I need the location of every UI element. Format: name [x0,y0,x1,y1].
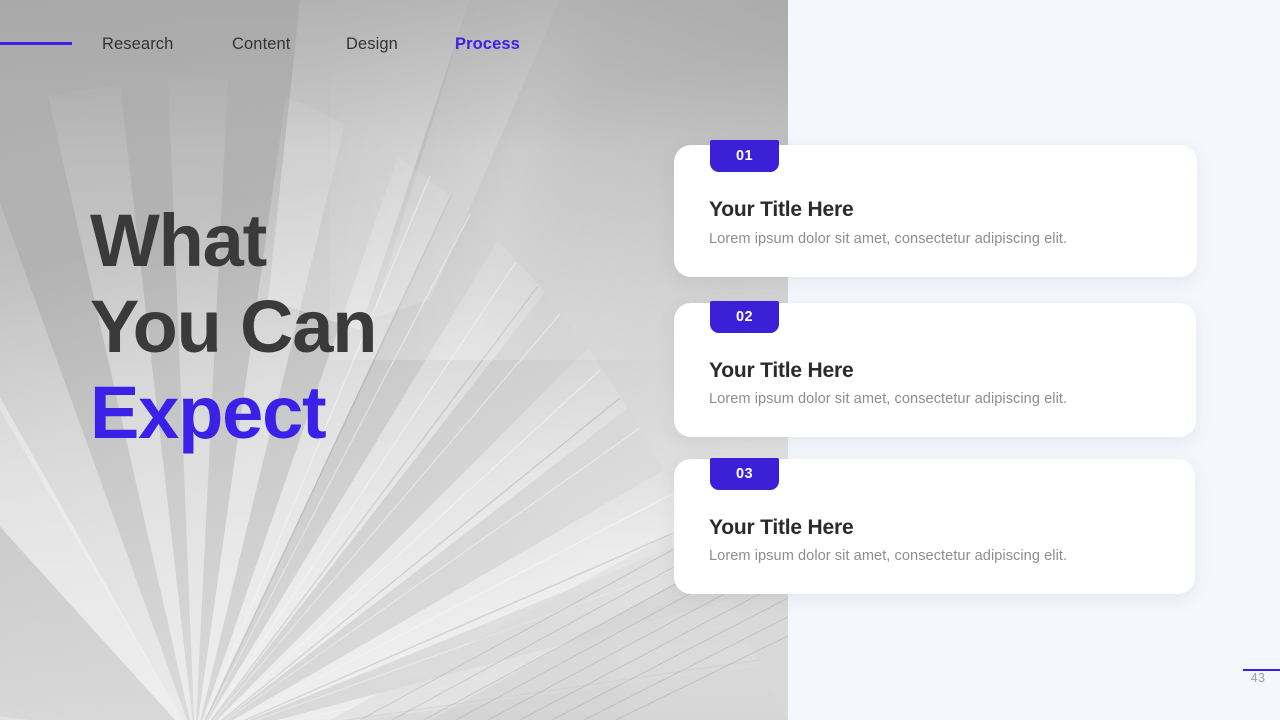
nav-item-process[interactable]: Process [455,28,520,60]
page-number: 43 [1250,671,1266,685]
card-title: Your Title Here [709,198,854,221]
nav-item-content[interactable]: Content [232,28,291,60]
card-body-text: Lorem ipsum dolor sit amet, consectetur … [709,231,1068,247]
nav-item-design[interactable]: Design [346,28,398,60]
card-title: Your Title Here [709,359,854,382]
top-navigation: Research Content Design Process [0,28,788,60]
nav-item-research[interactable]: Research [102,28,173,60]
card-number-badge: 01 [710,140,779,172]
card-body-text: Lorem ipsum dolor sit amet, consectetur … [709,548,1068,564]
card-number-badge: 02 [710,301,779,333]
card-title: Your Title Here [709,516,854,539]
headline-line-1: What [90,198,267,282]
headline-line-2: You Can [90,284,377,368]
card-body-text: Lorem ipsum dolor sit amet, consectetur … [709,391,1068,407]
slide-headline: What You Can Expect [90,198,650,456]
presentation-slide: Research Content Design Process What You… [0,0,1280,720]
card-number-badge: 03 [710,458,779,490]
headline-line-3: Expect [90,370,327,454]
nav-accent-rule [0,42,72,45]
